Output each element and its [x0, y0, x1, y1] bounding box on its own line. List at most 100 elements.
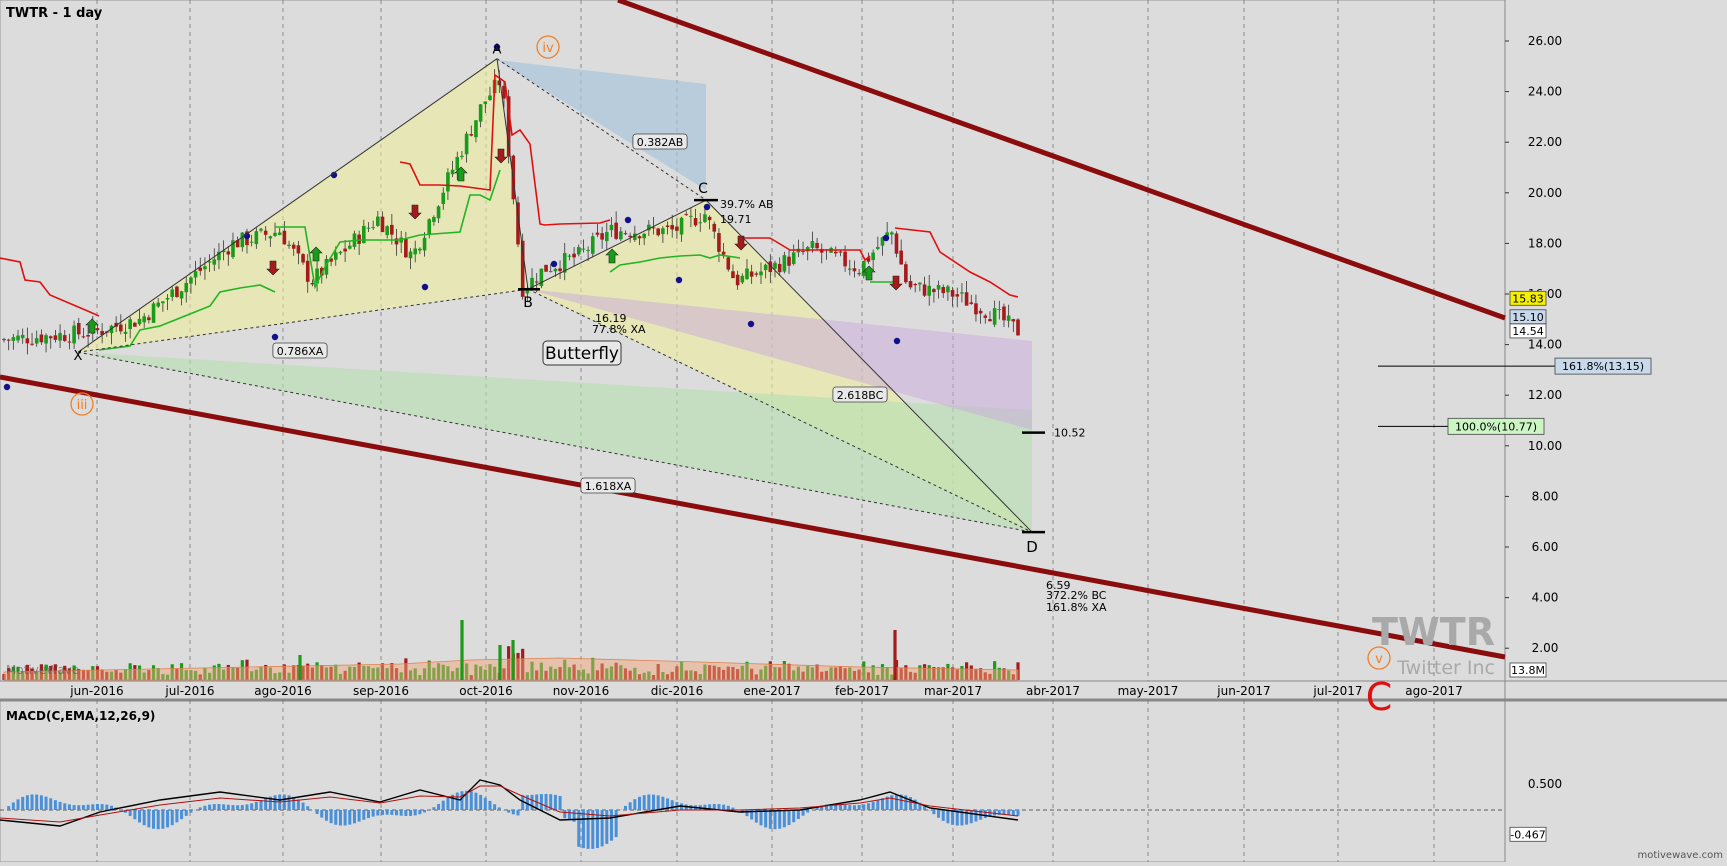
macd-hist-bar	[96, 804, 99, 810]
macd-hist-bar	[217, 804, 220, 810]
macd-hist-bar	[806, 810, 809, 813]
macd-hist-bar	[446, 797, 449, 810]
macd-hist-bar	[330, 810, 333, 823]
candle-body	[427, 219, 431, 234]
macd-hist-bar	[129, 810, 132, 816]
pattern-name: Butterfly	[545, 344, 619, 364]
macd-hist-bar	[605, 810, 608, 844]
macd-hist-bar	[853, 805, 856, 810]
volume-spike	[460, 620, 463, 680]
candle-body	[628, 236, 632, 237]
candle-body	[703, 214, 707, 222]
macd-hist-bar	[942, 810, 945, 821]
macd-hist-bar	[554, 795, 557, 810]
candle-body	[198, 268, 202, 271]
macd-hist-bar	[610, 810, 613, 841]
chart-canvas[interactable]: XABCD16.1977.8% XA39.7% AB19.716.59372.2…	[0, 0, 1727, 862]
swing-dot	[748, 321, 754, 327]
candle-body	[409, 252, 413, 259]
macd-hist-bar	[241, 805, 244, 810]
candle-body	[301, 254, 305, 262]
macd-hist-bar	[946, 810, 949, 823]
macd-hist-bar	[409, 810, 412, 816]
time-tick-label: abr-2017	[1026, 684, 1080, 698]
macd-hist-bar	[348, 810, 351, 825]
macd-hist-bar	[414, 810, 417, 815]
candle-body	[857, 273, 861, 274]
candle-body	[811, 241, 815, 248]
candle-body	[778, 264, 782, 272]
candle-body	[586, 250, 590, 251]
macd-hist-bar	[577, 810, 580, 847]
candle-body	[68, 342, 72, 343]
brand-volume: MotiveWave	[6, 663, 79, 677]
candle-body	[297, 245, 301, 253]
candle-body	[965, 292, 969, 305]
candle-body	[787, 257, 791, 266]
candle-body	[212, 259, 216, 264]
candle-body	[932, 289, 936, 292]
candle-body	[124, 332, 128, 334]
macd-hist-bar	[970, 810, 973, 823]
candle-body	[726, 257, 730, 269]
macd-hist-bar	[283, 795, 286, 810]
macd-hist-bar	[788, 810, 791, 825]
macd-hist-bar	[876, 800, 879, 810]
candle-body	[596, 233, 600, 235]
candle-body	[694, 218, 698, 225]
time-tick-label: jul-2017	[1312, 684, 1362, 698]
point-c-ratio: 39.7% AB	[720, 198, 774, 211]
macd-hist-bar	[517, 810, 520, 815]
candle-body	[871, 253, 875, 260]
macd-hist-bar	[460, 791, 463, 810]
macd-hist-bar	[40, 795, 43, 810]
swing-dot	[422, 284, 428, 290]
price-marker-label: 14.54	[1512, 325, 1544, 338]
macd-hist-bar	[213, 804, 216, 810]
candle-body	[166, 298, 170, 300]
macd-hist-bar	[386, 810, 389, 815]
candle-body	[96, 328, 100, 330]
price-tick-label: 4.00	[1532, 591, 1559, 605]
time-tick-label: oct-2016	[459, 684, 513, 698]
candle-body	[913, 284, 917, 285]
candle-body	[890, 232, 894, 234]
macd-hist-bar	[493, 804, 496, 810]
candle-body	[876, 247, 880, 249]
macd-hist-bar	[231, 805, 234, 810]
candle-body	[834, 252, 838, 254]
macd-hist-bar	[932, 810, 935, 814]
candle-body	[306, 261, 310, 282]
candle-body	[465, 134, 469, 155]
candle-body	[610, 225, 614, 230]
price-tick-label: 14.00	[1528, 338, 1562, 352]
candle-body	[750, 271, 754, 276]
candle-body	[983, 316, 987, 318]
macd-hist-bar	[540, 794, 543, 810]
candle-body	[376, 217, 380, 226]
macd-hist-bar	[638, 797, 641, 810]
wave-c-label: C	[1366, 675, 1393, 719]
price-tick-label: 6.00	[1532, 540, 1559, 554]
time-tick-label: mar-2017	[924, 684, 982, 698]
candle-body	[624, 233, 628, 234]
macd-tick-label: 0.500	[1528, 777, 1562, 791]
swing-dot	[551, 261, 557, 267]
swing-dot	[272, 334, 278, 340]
macd-hist-bar	[652, 795, 655, 810]
macd-hist-bar	[418, 810, 421, 814]
macd-hist-bar	[31, 794, 34, 810]
macd-hist-bar	[133, 810, 136, 819]
time-tick-label: jun-2017	[1216, 684, 1270, 698]
macd-hist-bar	[722, 805, 725, 810]
candle-body	[44, 335, 48, 343]
macd-hist-bar	[615, 810, 618, 837]
macd-hist-bar	[890, 795, 893, 810]
candle-body	[755, 273, 759, 274]
macd-hist-bar	[26, 795, 29, 810]
macd-hist-bar	[358, 810, 361, 822]
candle-body	[839, 251, 843, 252]
candle-body	[717, 233, 721, 252]
macd-hist-bar	[68, 804, 71, 810]
candle-body	[941, 287, 945, 293]
